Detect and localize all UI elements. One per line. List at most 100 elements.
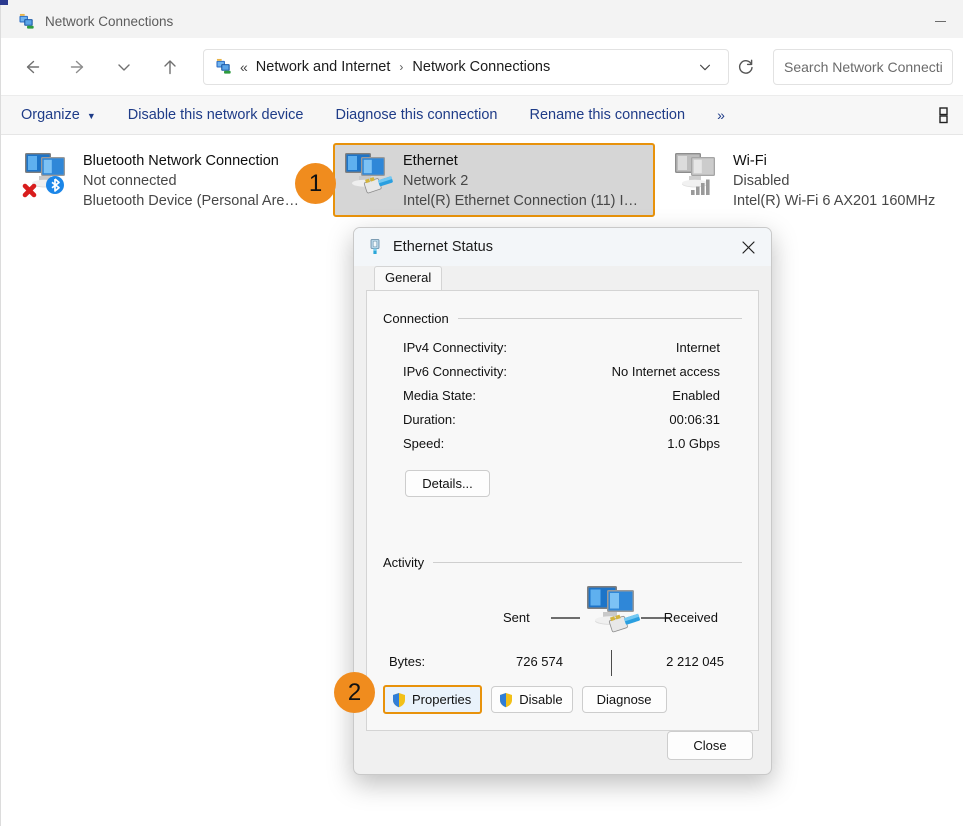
dialog-close-button[interactable] bbox=[725, 228, 771, 266]
close-icon bbox=[741, 240, 755, 254]
bluetooth-network-adapter-icon bbox=[22, 153, 65, 198]
activity-group-header: Activity bbox=[383, 555, 742, 570]
command-rename-connection[interactable]: Rename this connection bbox=[530, 107, 686, 123]
connection-device: Intel(R) Wi-Fi 6 AX201 160MHz bbox=[733, 193, 936, 209]
row-ipv4: IPv4 Connectivity: Internet bbox=[403, 336, 742, 360]
row-value: Internet bbox=[675, 340, 720, 355]
search-input[interactable]: Search Network Connecti bbox=[773, 48, 953, 85]
connection-name: Bluetooth Network Connection bbox=[83, 153, 279, 169]
network-cable-icon bbox=[370, 239, 380, 254]
chevron-down-icon bbox=[699, 64, 711, 70]
back-arrow-icon bbox=[26, 60, 40, 73]
back-button[interactable] bbox=[9, 47, 55, 87]
breadcrumb-item-network-and-internet[interactable]: Network and Internet bbox=[256, 59, 391, 75]
row-key: IPv6 Connectivity: bbox=[403, 364, 508, 379]
ethernet-status-dialog: Ethernet Status General Connection IPv4 … bbox=[353, 227, 772, 775]
row-key: Duration: bbox=[403, 412, 456, 427]
tab-panel-general: Connection IPv4 Connectivity: Internet I… bbox=[366, 290, 759, 731]
close-button[interactable]: Close bbox=[667, 730, 753, 760]
row-speed: Speed: 1.0 Gbps bbox=[403, 432, 742, 456]
connection-group: Connection IPv4 Connectivity: Internet I… bbox=[383, 311, 742, 497]
breadcrumb-item-network-connections[interactable]: Network Connections bbox=[412, 59, 550, 75]
row-duration: Duration: 00:06:31 bbox=[403, 408, 742, 432]
row-key: IPv4 Connectivity: bbox=[403, 340, 508, 355]
activity-bytes-divider bbox=[611, 650, 612, 676]
activity-received-label: Received bbox=[663, 610, 718, 625]
forward-button[interactable] bbox=[55, 47, 101, 87]
refresh-icon bbox=[738, 59, 753, 74]
address-network-icon bbox=[216, 58, 231, 74]
connection-name: Ethernet bbox=[403, 153, 458, 169]
wifi-adapter-disabled-icon bbox=[675, 153, 715, 195]
group-divider bbox=[433, 562, 742, 563]
dialog-footer: Close bbox=[354, 716, 771, 774]
network-connections-icon bbox=[19, 13, 34, 29]
connection-texts: Bluetooth Network Connection Not connect… bbox=[83, 149, 305, 211]
view-options-icon[interactable] bbox=[929, 104, 951, 126]
tab-general[interactable]: General bbox=[374, 266, 443, 291]
caret-down-icon: ▼ bbox=[86, 111, 96, 121]
dialog-titlebar: Ethernet Status bbox=[354, 228, 771, 266]
connection-status: Disabled bbox=[733, 173, 790, 189]
details-button-wrap: Details... bbox=[405, 470, 742, 497]
connection-status: Network 2 bbox=[403, 173, 469, 189]
connection-rows: IPv4 Connectivity: Internet IPv6 Connect… bbox=[403, 336, 742, 456]
command-bar: Organize ▼ Disable this network device D… bbox=[1, 95, 963, 135]
group-divider bbox=[457, 318, 742, 319]
ethernet-adapter-icon bbox=[345, 153, 393, 194]
refresh-button[interactable] bbox=[729, 51, 763, 83]
activity-line-left bbox=[551, 617, 580, 619]
command-organize-label: Organize bbox=[21, 107, 80, 123]
connection-item-ethernet[interactable]: Ethernet Network 2 Intel(R) Ethernet Con… bbox=[333, 143, 655, 217]
connection-device: Bluetooth Device (Personal Area … bbox=[83, 193, 305, 209]
connections-list: Bluetooth Network Connection Not connect… bbox=[1, 135, 963, 217]
recent-locations-button[interactable] bbox=[101, 47, 147, 87]
details-button[interactable]: Details... bbox=[405, 470, 490, 497]
window-title: Network Connections bbox=[45, 14, 174, 29]
dialog-action-buttons: Properties Disable Diagnose bbox=[383, 685, 667, 714]
connection-group-label: Connection bbox=[383, 311, 449, 326]
row-key: Speed: bbox=[403, 436, 445, 451]
step-badge-2: 2 bbox=[334, 672, 375, 713]
activity-bytes-sent: 726 574 bbox=[516, 654, 563, 669]
minimize-button[interactable] bbox=[917, 5, 963, 38]
command-overflow-button[interactable]: » bbox=[717, 107, 725, 123]
disable-button[interactable]: Disable bbox=[491, 686, 573, 713]
up-arrow-icon bbox=[164, 59, 176, 74]
connection-item-bluetooth[interactable]: Bluetooth Network Connection Not connect… bbox=[13, 143, 313, 217]
address-dropdown-button[interactable] bbox=[688, 51, 722, 83]
breadcrumb-overflow-icon[interactable]: « bbox=[240, 59, 248, 75]
row-value: No Internet access bbox=[611, 364, 720, 379]
activity-sent-label: Sent bbox=[503, 610, 530, 625]
uac-shield-icon bbox=[500, 692, 513, 707]
properties-button[interactable]: Properties bbox=[383, 685, 483, 714]
activity-bytes-label: Bytes: bbox=[389, 654, 426, 669]
command-organize[interactable]: Organize ▼ bbox=[21, 107, 96, 123]
diagnose-button[interactable]: Diagnose bbox=[581, 686, 667, 713]
activity-bytes-received: 2 212 045 bbox=[666, 654, 724, 669]
search-placeholder: Search Network Connecti bbox=[784, 58, 942, 75]
address-bar[interactable]: « Network and Internet › Network Connect… bbox=[203, 48, 729, 85]
connection-group-header: Connection bbox=[383, 311, 742, 326]
activity-graphic: Sent Received Bytes: 726 574 2 212 045 bbox=[383, 582, 742, 676]
dialog-body: General Connection IPv4 Connectivity: In… bbox=[354, 266, 771, 731]
connection-status: Not connected bbox=[83, 173, 177, 189]
command-diagnose-connection[interactable]: Diagnose this connection bbox=[335, 107, 497, 123]
up-button[interactable] bbox=[147, 47, 193, 87]
row-ipv6: IPv6 Connectivity: No Internet access bbox=[403, 360, 742, 384]
row-value: 00:06:31 bbox=[669, 412, 720, 427]
step-badge-1: 1 bbox=[295, 163, 336, 204]
row-key: Media State: bbox=[403, 388, 476, 403]
row-value: 1.0 Gbps bbox=[667, 436, 720, 451]
disable-button-label: Disable bbox=[519, 692, 563, 707]
chevron-down-icon bbox=[118, 63, 130, 71]
connection-texts: Wi-Fi Disabled Intel(R) Wi-Fi 6 AX201 16… bbox=[733, 149, 935, 211]
dialog-tabstrip: General bbox=[366, 266, 759, 291]
connection-name: Wi-Fi bbox=[733, 153, 767, 169]
minimize-icon bbox=[934, 21, 946, 22]
command-disable-device[interactable]: Disable this network device bbox=[128, 107, 304, 123]
connection-item-wifi[interactable]: Wi-Fi Disabled Intel(R) Wi-Fi 6 AX201 16… bbox=[663, 143, 963, 217]
screen-root: Network Connections « Network and Intern… bbox=[0, 0, 963, 826]
dialog-title: Ethernet Status bbox=[393, 239, 493, 255]
activity-group: Activity Sent Received Bytes: 726 574 2 … bbox=[383, 555, 742, 676]
